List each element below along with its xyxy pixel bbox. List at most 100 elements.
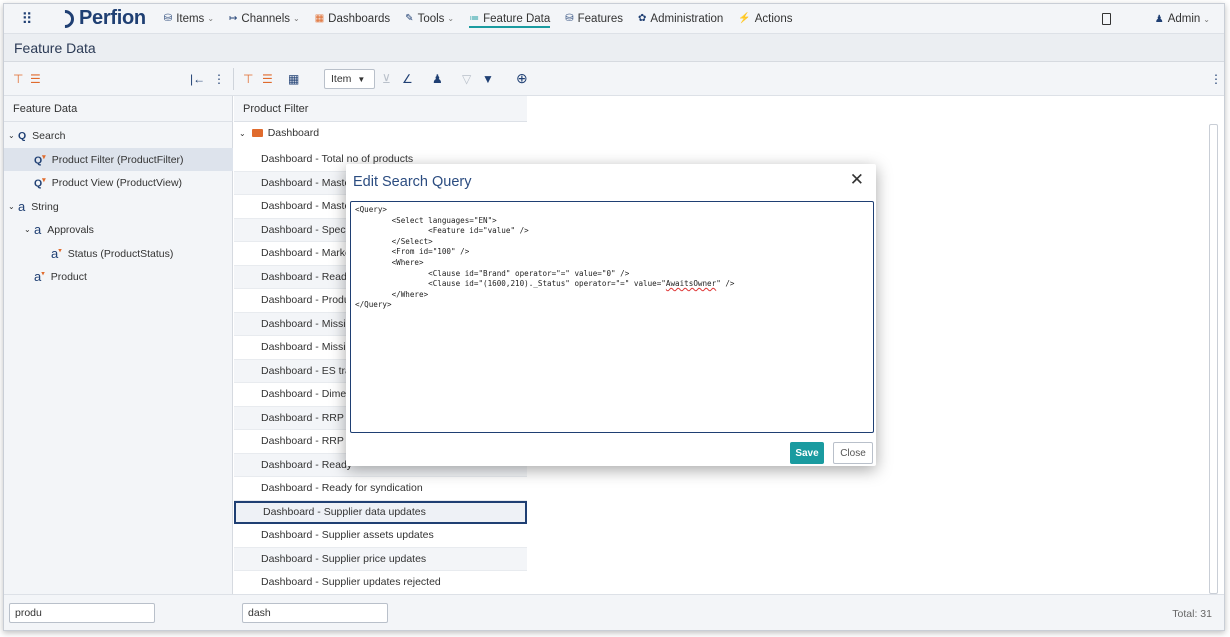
folder-icon [251, 129, 263, 137]
item-type-select-value: Item [331, 73, 352, 85]
list-item[interactable]: Dashboard - Supplier updates rejected [234, 571, 527, 595]
nav-items[interactable]: ⛁ Items ⌄ [164, 4, 214, 34]
collapse-panel-icon[interactable]: |← [190, 72, 205, 86]
users-icon[interactable]: ♟ [432, 72, 443, 86]
apps-grid-icon[interactable]: ⠿ [12, 4, 42, 34]
total-count: Total: 31 [1172, 608, 1212, 620]
nav-features-label: Features [577, 12, 624, 25]
perfion-logo-icon [52, 5, 78, 32]
nav-items-label: Items [176, 12, 205, 25]
more-vertical-icon[interactable]: ⋮ [213, 72, 225, 86]
tree-item-string[interactable]: ⌄ a String [4, 195, 233, 218]
feature-data-icon: ≔ [469, 13, 480, 24]
save-button[interactable]: Save [790, 442, 824, 464]
tree-item-product-filter[interactable]: Q▾ Product Filter (ProductFilter) [4, 148, 233, 171]
administration-icon: ✿ [638, 13, 647, 24]
logo-text: Perfion [79, 7, 146, 29]
edit-search-query-dialog: Edit Search Query ✕ <Query> <Select lang… [346, 164, 876, 466]
tree-item-search[interactable]: ⌄ Q Search [4, 124, 233, 147]
nav-feature-data[interactable]: ≔ Feature Data [469, 9, 551, 28]
chevron-down-icon: ⌄ [239, 128, 246, 138]
clipboard-icon[interactable] [1101, 13, 1111, 25]
close-icon[interactable]: ✕ [850, 170, 864, 190]
query-line-tail: " /> [716, 279, 735, 289]
query-line: <Clause id="(1600,210)._Status" operator… [355, 279, 666, 289]
nav-dashboards[interactable]: ▦ Dashboards [315, 4, 390, 34]
globe-icon[interactable]: ⊕ [516, 70, 528, 87]
query-line: <Where> [355, 257, 424, 267]
tree-item-approvals[interactable]: ⌄ a Approvals [4, 218, 233, 241]
tree-item-status[interactable]: a▾ Status (ProductStatus) [4, 242, 233, 265]
query-line: <Select languages="EN"> [355, 215, 497, 225]
dialog-title: Edit Search Query [353, 174, 472, 190]
actions-icon: ⚡ [738, 13, 751, 24]
list-item-label: Dashboard - Maste [261, 176, 351, 189]
feature-search-input[interactable] [9, 603, 155, 623]
tree-item-product[interactable]: a▾ Product [4, 265, 233, 288]
list-item-label: Dashboard - Speci [261, 223, 348, 236]
query-editor[interactable]: <Query> <Select languages="EN"> <Feature… [350, 201, 874, 433]
filter-clear-icon[interactable]: ▽ [462, 72, 471, 86]
features-icon: ⛁ [565, 13, 574, 24]
tree-item-product-view[interactable]: Q▾ Product View (ProductView) [4, 171, 233, 194]
nav-right: ♟ Admin ⌄ [1101, 4, 1210, 34]
nav-channels[interactable]: ↦ Channels ⌄ [229, 4, 300, 34]
tree-item-label: String [31, 200, 59, 213]
list-item-label: Dashboard - Produ [261, 294, 350, 307]
list-item-label: Dashboard - Supplier price updates [261, 552, 427, 565]
chevron-down-icon: ⌄ [24, 225, 31, 234]
tree-expand-icon[interactable]: ⊤ [243, 72, 253, 86]
tree-list-icon[interactable]: ☰ [262, 72, 273, 86]
list-item[interactable]: Dashboard - Supplier price updates [234, 547, 527, 571]
list-item-label: Dashboard - Marke [261, 247, 351, 260]
nav-administration[interactable]: ✿ Administration [638, 4, 723, 34]
list-item[interactable]: Dashboard - Supplier data updates [234, 500, 527, 524]
nav-tools[interactable]: ✎ Tools ⌄ [405, 4, 454, 34]
string-feature-icon: a▾ [51, 246, 62, 261]
close-button[interactable]: Close [833, 442, 873, 464]
query-line: <From id="100" /> [355, 247, 470, 257]
list-item[interactable]: Dashboard - Ready for syndication [234, 477, 527, 501]
spellcheck-word: AwaitsOwner [665, 279, 717, 289]
feature-tree: ⌄ Q Search Q▾ Product Filter (ProductFil… [4, 122, 233, 594]
list-item-label: Dashboard - Supplier assets updates [261, 529, 434, 542]
more-vertical-icon[interactable]: ⋮ [1210, 72, 1222, 86]
grid-view-icon[interactable]: ▦ [288, 72, 299, 86]
folder-label: Dashboard [267, 127, 320, 139]
folder-dashboard[interactable]: ⌄ Dashboard [234, 122, 527, 144]
list-item[interactable]: Dashboard - Supplier assets updates [234, 524, 527, 548]
query-line: </Where> [355, 289, 429, 299]
nav-actions[interactable]: ⚡ Actions [738, 4, 792, 34]
feature-data-column-header: Feature Data [4, 96, 233, 122]
string-feature-icon: a [18, 199, 26, 214]
edit-icon[interactable]: ∠ [402, 72, 413, 86]
tree-expand-icon[interactable]: ⊤ [13, 72, 23, 86]
list-search-input[interactable] [242, 603, 388, 623]
list-item-label: Dashboard - Maste [261, 200, 351, 213]
chevron-down-icon: ⌄ [207, 14, 215, 23]
nav-channels-label: Channels [241, 12, 290, 25]
chevron-down-icon: ⌄ [1203, 14, 1210, 24]
insert-icon[interactable]: ⊻ [382, 72, 391, 86]
tools-icon: ✎ [405, 13, 414, 24]
user-menu[interactable]: ♟ Admin ⌄ [1155, 4, 1210, 34]
chevron-down-icon: ⌄ [8, 131, 15, 140]
user-icon: ♟ [1154, 13, 1164, 25]
user-name: Admin [1167, 13, 1201, 25]
list-item-label: Dashboard - Supplier updates rejected [261, 576, 441, 589]
chevron-down-icon: ⌄ [8, 202, 15, 211]
tree-list-icon[interactable]: ☰ [30, 72, 41, 86]
top-nav: ⠿ Perfion ⛁ Items ⌄ ↦ Channels ⌄ ▦ Dashb… [4, 4, 1224, 34]
chevron-down-icon: ⌄ [293, 14, 300, 23]
list-item-label: Dashboard - Dimen [261, 388, 353, 401]
channels-icon: ↦ [229, 13, 238, 24]
list-item-label: Dashboard - RRP n [261, 411, 353, 424]
item-type-select[interactable]: Item ▼ [324, 69, 375, 89]
items-icon: ⛁ [163, 13, 173, 24]
scrollbar[interactable] [1209, 124, 1218, 594]
nav-features[interactable]: ⛁ Features [565, 4, 623, 34]
query-line: <Clause id="Brand" operator="=" value="0… [355, 268, 630, 278]
filter-check-icon[interactable]: ▼ [482, 72, 494, 86]
search-feature-icon: Q [18, 129, 27, 142]
logo[interactable]: Perfion [52, 5, 146, 32]
